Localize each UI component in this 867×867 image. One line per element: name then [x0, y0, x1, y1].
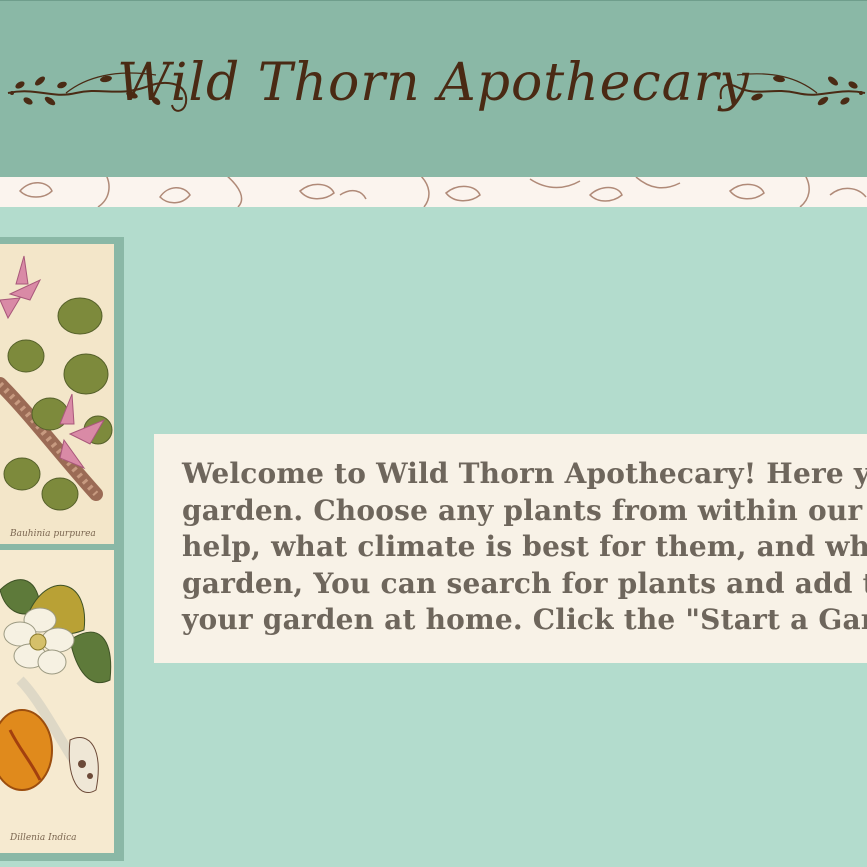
leaf-pattern-icon [18, 177, 867, 207]
plate-caption: Bauhinia purpurea [9, 529, 96, 539]
orchid-illustration: Bauhinia purpurea [0, 255, 113, 539]
welcome-line: Welcome to Wild Thorn Apothecary! Here y… [182, 457, 867, 490]
site-header: Wild Thorn Apothecary [0, 0, 867, 178]
welcome-line: your garden at home. Click the "Start a … [182, 603, 867, 636]
welcome-line: help, what climate is best for them, and… [182, 530, 867, 563]
vine-flourish-icon [719, 73, 866, 106]
leaf-pattern-band [0, 177, 867, 207]
botanical-plate-pink-orchid[interactable]: Bauhinia purpurea [0, 244, 114, 544]
welcome-line: garden, You can search for plants and ad… [182, 566, 867, 600]
welcome-panel: Welcome to Wild Thorn Apothecary! Here y… [154, 434, 867, 663]
welcome-line: garden. Choose any plants from within ou… [182, 493, 867, 527]
botanical-plate-magnolia-fruit[interactable]: Dillenia Indica [0, 550, 114, 853]
welcome-text: Welcome to Wild Thorn Apothecary! Here y… [182, 456, 867, 639]
botanical-gallery: Bauhinia purpurea Dillenia Indica [0, 237, 124, 861]
magnolia-illustration: Dillenia Indica [0, 579, 112, 843]
plate-caption: Dillenia Indica [9, 833, 76, 843]
